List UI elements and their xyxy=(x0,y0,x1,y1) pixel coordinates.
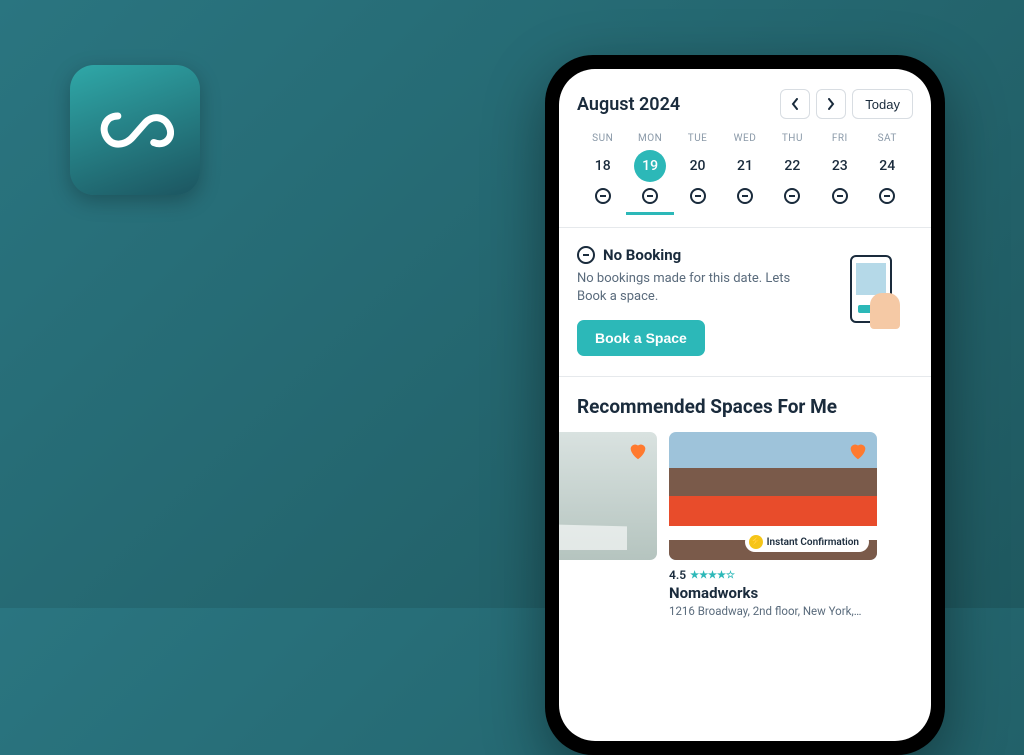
booking-title: No Booking xyxy=(577,246,812,264)
booking-illustration xyxy=(828,246,913,331)
space-image: ⚡ Instant Confirmation xyxy=(669,432,877,560)
space-card[interactable]: East Side York, New York,… xyxy=(559,432,657,618)
prev-week-button[interactable] xyxy=(780,89,810,119)
badge-label: Instant Confirmation xyxy=(767,537,859,548)
recommended-heading: Recommended Spaces For Me xyxy=(577,377,913,432)
day-of-month: 18 xyxy=(587,150,619,182)
day-wed[interactable]: WED 21 xyxy=(721,133,768,215)
space-rating: 4.5 ★★★★☆ xyxy=(669,568,877,582)
availability-icon xyxy=(832,188,848,204)
space-address: York, New York,… xyxy=(559,580,657,594)
availability-icon xyxy=(690,188,706,204)
day-of-week: SUN xyxy=(592,133,613,144)
day-of-week: THU xyxy=(782,133,803,144)
logo-icon xyxy=(96,105,174,155)
day-of-week: WED xyxy=(734,133,757,144)
next-week-button[interactable] xyxy=(816,89,846,119)
availability-icon xyxy=(642,188,658,204)
availability-icon xyxy=(737,188,753,204)
day-of-month: 19 xyxy=(634,150,666,182)
availability-icon xyxy=(595,188,611,204)
space-title: Nomadworks xyxy=(669,584,877,602)
day-of-month: 21 xyxy=(729,150,761,182)
heart-icon xyxy=(847,440,869,462)
week-strip: SUN 18 MON 19 TUE 20 WED 21 xyxy=(577,133,913,227)
month-label: August 2024 xyxy=(577,94,680,115)
favorite-button[interactable] xyxy=(627,440,649,462)
day-of-month: 24 xyxy=(871,150,903,182)
space-card[interactable]: ⚡ Instant Confirmation 4.5 ★★★★☆ Nomadwo… xyxy=(669,432,877,618)
booking-title-text: No Booking xyxy=(603,246,681,264)
booking-message: No bookings made for this date. Lets Boo… xyxy=(577,270,812,306)
recommended-cards: East Side York, New York,… ⚡ Instant Co xyxy=(559,432,931,618)
today-button[interactable]: Today xyxy=(852,89,913,119)
rating-value: 4.5 xyxy=(669,568,686,582)
app-icon xyxy=(70,65,200,195)
day-mon[interactable]: MON 19 xyxy=(626,133,673,215)
calendar-nav: Today xyxy=(780,89,913,119)
phone-screen: August 2024 Today SUN 18 xyxy=(559,69,931,741)
bolt-icon: ⚡ xyxy=(749,535,763,549)
space-address: 1216 Broadway, 2nd floor, New York,… xyxy=(669,604,877,618)
day-of-week: TUE xyxy=(688,133,708,144)
day-of-month: 20 xyxy=(682,150,714,182)
instant-confirmation-badge: ⚡ Instant Confirmation xyxy=(745,532,869,552)
chevron-right-icon xyxy=(827,98,835,110)
day-of-month: 22 xyxy=(776,150,808,182)
space-title: East Side xyxy=(559,560,657,578)
day-fri[interactable]: FRI 23 xyxy=(816,133,863,215)
availability-icon xyxy=(879,188,895,204)
phone-frame: August 2024 Today SUN 18 xyxy=(545,55,945,755)
day-tue[interactable]: TUE 20 xyxy=(674,133,721,215)
day-of-week: SAT xyxy=(878,133,897,144)
book-space-button[interactable]: Book a Space xyxy=(577,320,705,356)
day-of-month: 23 xyxy=(824,150,856,182)
day-sat[interactable]: SAT 24 xyxy=(864,133,911,215)
availability-icon xyxy=(784,188,800,204)
day-sun[interactable]: SUN 18 xyxy=(579,133,626,215)
heart-icon xyxy=(627,440,649,462)
calendar-header: August 2024 Today xyxy=(577,89,913,119)
day-of-week: FRI xyxy=(832,133,848,144)
day-thu[interactable]: THU 22 xyxy=(769,133,816,215)
favorite-button[interactable] xyxy=(847,440,869,462)
chevron-left-icon xyxy=(791,98,799,110)
booking-card: No Booking No bookings made for this dat… xyxy=(577,228,913,376)
rating-stars: ★★★★☆ xyxy=(690,570,735,581)
space-image xyxy=(559,432,657,560)
day-of-week: MON xyxy=(638,133,662,144)
no-booking-icon xyxy=(577,246,595,264)
